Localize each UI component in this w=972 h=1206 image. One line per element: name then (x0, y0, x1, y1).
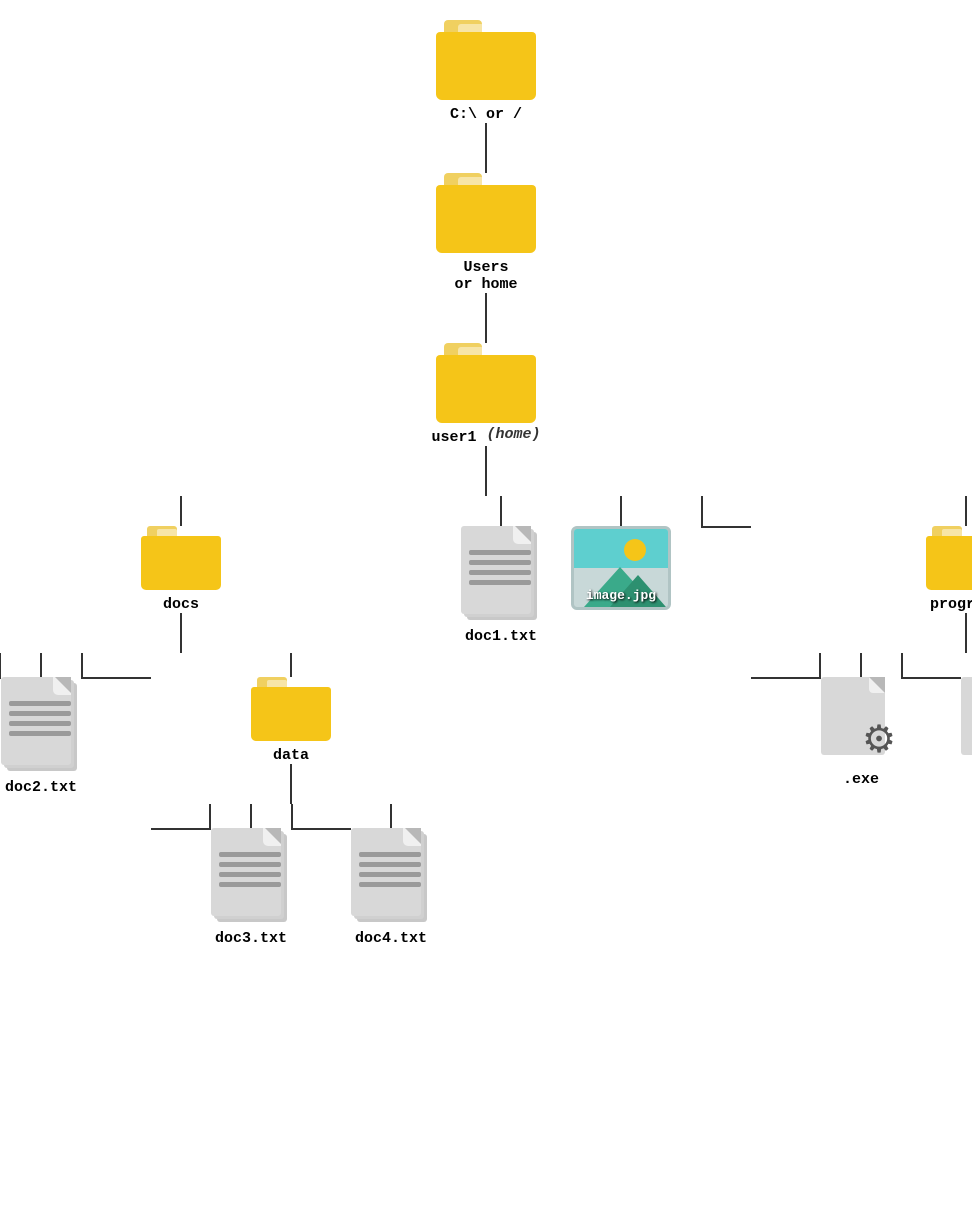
doc1-label: doc1.txt (465, 628, 537, 645)
users-folder-icon (436, 173, 536, 253)
doc3-label: doc3.txt (215, 930, 287, 947)
data-label: data (273, 747, 309, 764)
doc3-col: doc3.txt (211, 804, 291, 947)
data-node: data (251, 677, 331, 764)
user1-branch-row: docs (0, 496, 972, 947)
doc1-icon (461, 526, 541, 622)
doc4-label: doc4.txt (355, 930, 427, 947)
line-data-children (290, 764, 292, 804)
line-users-user1 (485, 293, 487, 343)
programs-folder-icon (926, 526, 972, 590)
user1-home-note: (home) (487, 426, 541, 443)
line-programs-children (965, 613, 967, 653)
exe1-col: ⚙ .exe (821, 653, 901, 788)
data-col: data (151, 653, 431, 947)
root-node: C:\ or / (436, 20, 536, 123)
data-branch-right (291, 804, 351, 830)
programs-col: programs ⚙ (751, 496, 972, 788)
programs-children-row: ⚙ .exe ⚙ (751, 653, 972, 788)
programs-label: programs (930, 596, 972, 613)
user1-label: user1 (431, 429, 476, 446)
file-tree: C:\ or / Users or home user1 (home) (0, 0, 972, 947)
doc4-col: doc4.txt (351, 804, 431, 947)
line-root-users (485, 123, 487, 173)
doc2-icon (1, 677, 81, 773)
prog-branch-mid (901, 653, 961, 679)
exe1-label: .exe (843, 771, 879, 788)
docs-node: docs (141, 526, 221, 613)
programs-node: programs (926, 526, 972, 613)
doc2-label: doc2.txt (5, 779, 77, 796)
docs-children-row: doc2.txt (0, 653, 431, 947)
data-folder-icon (251, 677, 331, 741)
line-user1-branch (485, 446, 487, 496)
user1-node: user1 (home) (431, 343, 540, 446)
line-to-docs (180, 496, 182, 526)
users-label: Users or home (454, 259, 517, 293)
line-to-image (620, 496, 622, 526)
user1-folder-icon (436, 343, 536, 423)
line-to-doc1 (500, 496, 502, 526)
docs-branch-col: docs (0, 496, 431, 947)
exe2-col: ⚙ .exe (961, 653, 972, 788)
image-col: image.jpg (571, 496, 671, 610)
doc2-col: doc2.txt (1, 653, 81, 796)
prog-branch-left (751, 653, 821, 679)
image-icon: image.jpg (571, 526, 671, 610)
doc3-icon (211, 828, 291, 924)
root-label: C:\ or / (450, 106, 522, 123)
image-label: image.jpg (574, 588, 668, 603)
exe1-icon: ⚙ (821, 677, 901, 765)
line-docs-children (180, 613, 182, 653)
docs-folder-icon (141, 526, 221, 590)
exe1-gear-icon: ⚙ (857, 721, 901, 765)
users-node: Users or home (436, 173, 536, 293)
root-folder-icon (436, 20, 536, 100)
exe2-icon: ⚙ (961, 677, 972, 765)
line-to-programs (965, 496, 967, 526)
branch-right-cap (701, 496, 751, 528)
docs-label: docs (163, 596, 199, 613)
data-branch-left (151, 804, 211, 830)
doc1-col: doc1.txt (461, 496, 541, 645)
data-children-row: doc3.txt (151, 804, 431, 947)
doc4-icon (351, 828, 431, 924)
docs-branch-right (81, 653, 151, 679)
